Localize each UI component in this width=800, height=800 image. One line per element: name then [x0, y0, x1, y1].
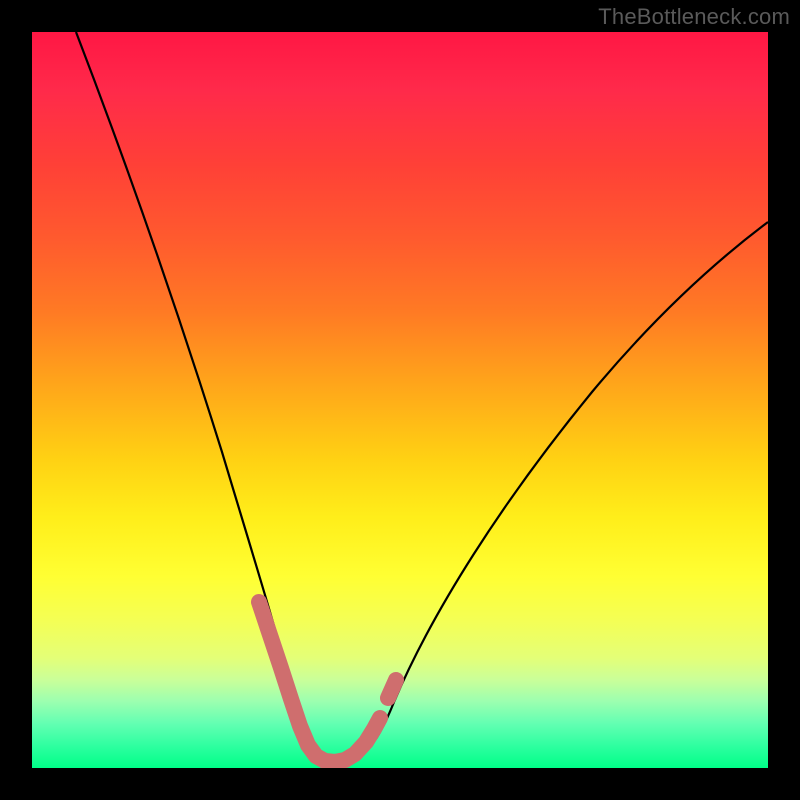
- plot-area: [32, 32, 768, 768]
- watermark-text: TheBottleneck.com: [598, 4, 790, 30]
- chart-frame: TheBottleneck.com: [0, 0, 800, 800]
- curve-layer: [32, 32, 768, 768]
- bottleneck-curve: [76, 32, 768, 763]
- highlight-segment: [259, 602, 396, 762]
